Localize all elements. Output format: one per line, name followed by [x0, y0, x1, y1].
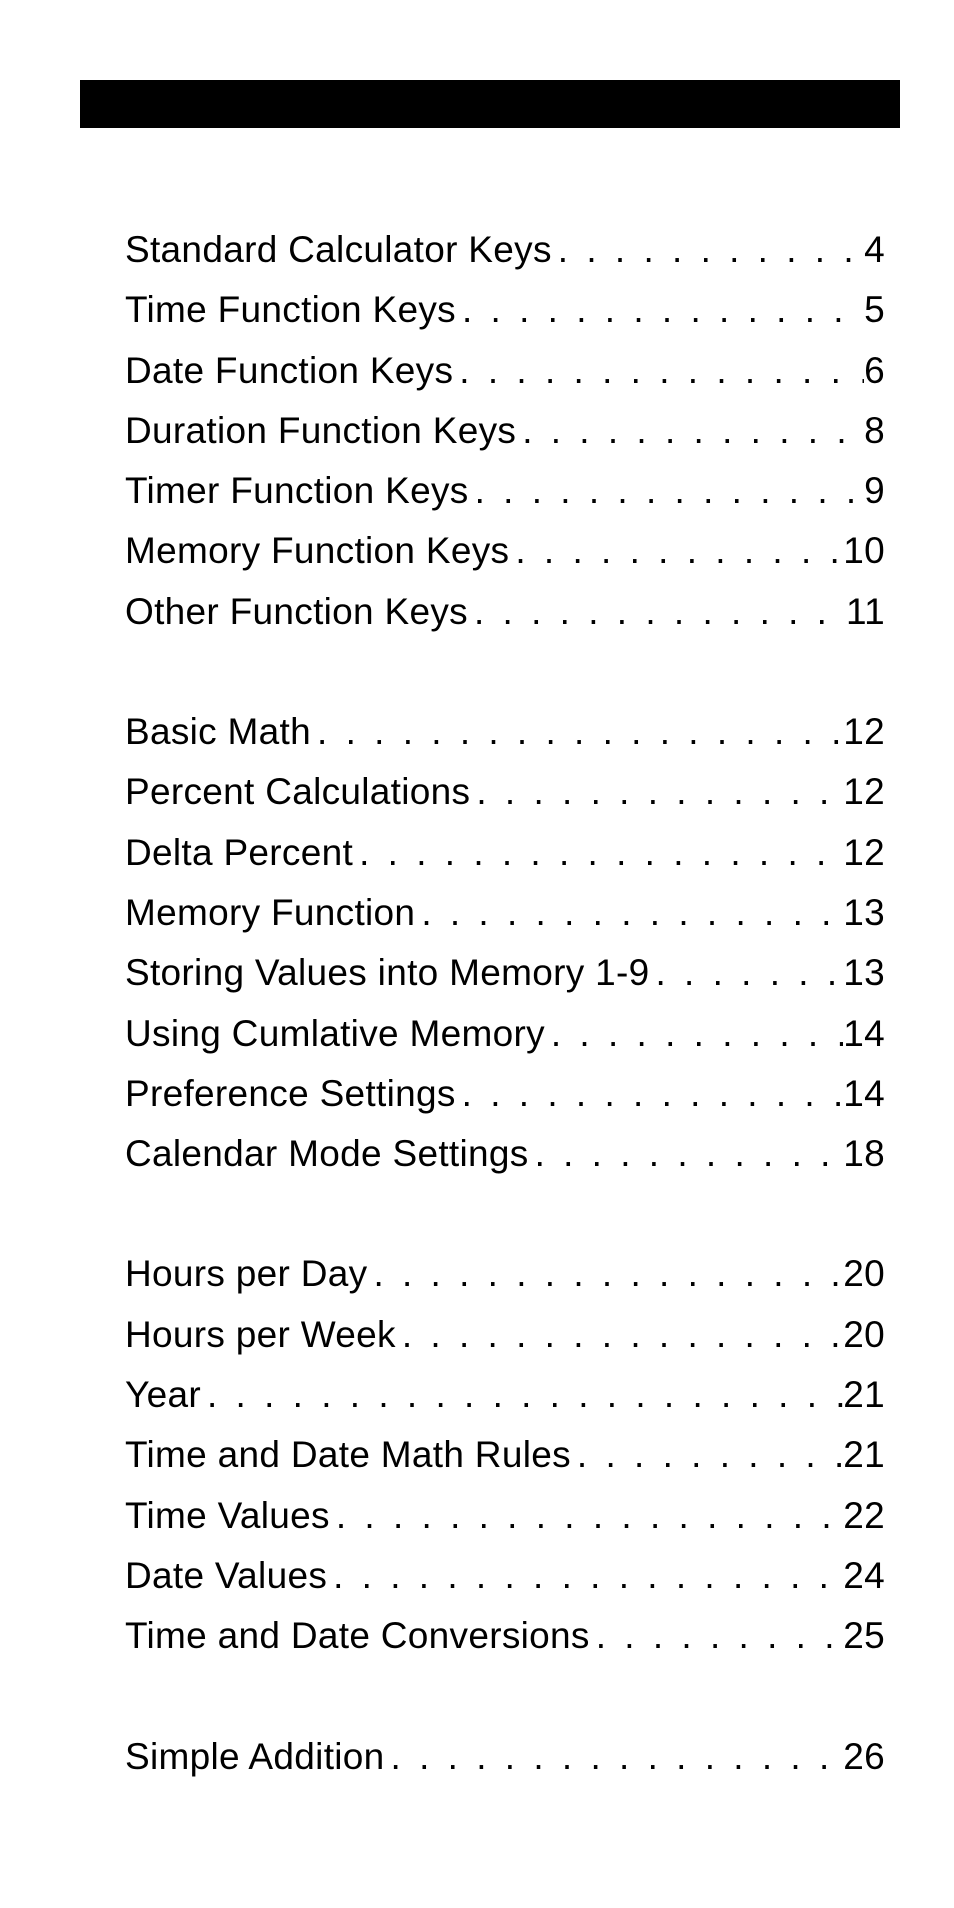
toc-entry-title: Standard Calculator Keys [125, 220, 552, 280]
toc-entry-title: Time and Date Math Rules [125, 1425, 571, 1485]
section-gap [125, 1184, 885, 1244]
toc-leader-dots: . . . . . . . . . . . . . . . . . . . . … [509, 521, 843, 581]
toc-entry-title: Date Function Keys [125, 341, 453, 401]
toc-entry-title: Simple Addition [125, 1727, 385, 1787]
toc-leader-dots: . . . . . . . . . . . . . . . . . . . . … [469, 461, 865, 521]
toc-leader-dots: . . . . . . . . . . . . . . . . . . . . … [385, 1727, 844, 1787]
toc-entry-page: 26 [843, 1727, 885, 1787]
section-gap [125, 1667, 885, 1727]
toc-entry-title: Basic Math [125, 702, 311, 762]
toc-entry-title: Time Values [125, 1486, 330, 1546]
table-of-contents: Standard Calculator Keys . . . . . . . .… [125, 220, 885, 1787]
toc-entry-title: Using Cumlative Memory [125, 1004, 545, 1064]
toc-entry-page: 14 [843, 1064, 885, 1124]
toc-entry: Date Function Keys . . . . . . . . . . .… [125, 341, 885, 401]
toc-entry: Memory Function . . . . . . . . . . . . … [125, 883, 885, 943]
toc-entry: Standard Calculator Keys . . . . . . . .… [125, 220, 885, 280]
toc-entry: Duration Function Keys . . . . . . . . .… [125, 401, 885, 461]
toc-leader-dots: . . . . . . . . . . . . . . . . . . . . … [330, 1486, 843, 1546]
toc-entry-page: 12 [843, 702, 885, 762]
toc-entry: Using Cumlative Memory . . . . . . . . .… [125, 1004, 885, 1064]
toc-entry-page: 18 [843, 1124, 885, 1184]
toc-leader-dots: . . . . . . . . . . . . . . . . . . . . … [353, 823, 843, 883]
toc-entry-page: 11 [846, 582, 885, 642]
toc-entry-title: Memory Function [125, 883, 415, 943]
toc-leader-dots: . . . . . . . . . . . . . . . . . . . . … [327, 1546, 843, 1606]
toc-entry-title: Percent Calculations [125, 762, 470, 822]
toc-entry: Storing Values into Memory 1-9 . . . . .… [125, 943, 885, 1003]
toc-leader-dots: . . . . . . . . . . . . . . . . . . . . … [516, 401, 864, 461]
toc-entry: Hours per Week . . . . . . . . . . . . .… [125, 1305, 885, 1365]
toc-leader-dots: . . . . . . . . . . . . . . . . . . . . … [590, 1606, 844, 1666]
toc-leader-dots: . . . . . . . . . . . . . . . . . . . . … [545, 1004, 843, 1064]
toc-entry: Hours per Day . . . . . . . . . . . . . … [125, 1244, 885, 1304]
toc-entry-page: 6 [864, 341, 885, 401]
toc-leader-dots: . . . . . . . . . . . . . . . . . . . . … [415, 883, 843, 943]
toc-entry-title: Hours per Week [125, 1305, 396, 1365]
toc-entry: Timer Function Keys . . . . . . . . . . … [125, 461, 885, 521]
toc-entry-page: 13 [843, 883, 885, 943]
toc-entry: Preference Settings . . . . . . . . . . … [125, 1064, 885, 1124]
toc-entry-page: 12 [843, 823, 885, 883]
toc-entry-title: Timer Function Keys [125, 461, 469, 521]
toc-leader-dots: . . . . . . . . . . . . . . . . . . . . … [468, 582, 846, 642]
toc-leader-dots: . . . . . . . . . . . . . . . . . . . . … [650, 943, 844, 1003]
toc-leader-dots: . . . . . . . . . . . . . . . . . . . . … [201, 1365, 843, 1425]
toc-entry-title: Other Function Keys [125, 582, 468, 642]
toc-entry-page: 20 [843, 1244, 885, 1304]
toc-entry: Time Function Keys . . . . . . . . . . .… [125, 280, 885, 340]
toc-entry-page: 8 [864, 401, 885, 461]
toc-entry-title: Duration Function Keys [125, 401, 516, 461]
toc-entry-page: 12 [843, 762, 885, 822]
toc-entry-page: 14 [843, 1004, 885, 1064]
toc-entry: Memory Function Keys . . . . . . . . . .… [125, 521, 885, 581]
toc-entry: Time and Date Conversions . . . . . . . … [125, 1606, 885, 1666]
toc-leader-dots: . . . . . . . . . . . . . . . . . . . . … [529, 1124, 844, 1184]
toc-entry-title: Storing Values into Memory 1-9 [125, 943, 650, 1003]
toc-entry-title: Time and Date Conversions [125, 1606, 590, 1666]
toc-entry-title: Hours per Day [125, 1244, 367, 1304]
header-bar [80, 80, 900, 128]
toc-leader-dots: . . . . . . . . . . . . . . . . . . . . … [396, 1305, 843, 1365]
toc-entry-title: Date Values [125, 1546, 327, 1606]
toc-entry-title: Delta Percent [125, 823, 353, 883]
toc-leader-dots: . . . . . . . . . . . . . . . . . . . . … [367, 1244, 843, 1304]
toc-entry-title: Year [125, 1365, 201, 1425]
toc-entry: Year . . . . . . . . . . . . . . . . . .… [125, 1365, 885, 1425]
toc-entry-page: 13 [843, 943, 885, 1003]
toc-entry-page: 25 [843, 1606, 885, 1666]
toc-entry: Percent Calculations . . . . . . . . . .… [125, 762, 885, 822]
toc-entry-page: 20 [843, 1305, 885, 1365]
toc-entry-page: 10 [843, 521, 885, 581]
toc-entry-page: 4 [864, 220, 885, 280]
toc-entry-title: Preference Settings [125, 1064, 456, 1124]
toc-leader-dots: . . . . . . . . . . . . . . . . . . . . … [456, 1064, 844, 1124]
toc-leader-dots: . . . . . . . . . . . . . . . . . . . . … [453, 341, 864, 401]
toc-entry-title: Calendar Mode Settings [125, 1124, 529, 1184]
toc-entry-title: Memory Function Keys [125, 521, 509, 581]
toc-entry-title: Time Function Keys [125, 280, 456, 340]
toc-entry-page: 5 [864, 280, 885, 340]
toc-leader-dots: . . . . . . . . . . . . . . . . . . . . … [470, 762, 843, 822]
document-page: Standard Calculator Keys . . . . . . . .… [0, 0, 954, 1908]
toc-leader-dots: . . . . . . . . . . . . . . . . . . . . … [456, 280, 864, 340]
toc-entry: Time Values . . . . . . . . . . . . . . … [125, 1486, 885, 1546]
toc-entry: Simple Addition . . . . . . . . . . . . … [125, 1727, 885, 1787]
toc-entry-page: 21 [843, 1365, 885, 1425]
toc-entry: Other Function Keys . . . . . . . . . . … [125, 582, 885, 642]
toc-entry: Date Values . . . . . . . . . . . . . . … [125, 1546, 885, 1606]
toc-leader-dots: . . . . . . . . . . . . . . . . . . . . … [552, 220, 864, 280]
toc-leader-dots: . . . . . . . . . . . . . . . . . . . . … [311, 702, 843, 762]
toc-entry-page: 22 [843, 1486, 885, 1546]
toc-entry: Calendar Mode Settings . . . . . . . . .… [125, 1124, 885, 1184]
toc-leader-dots: . . . . . . . . . . . . . . . . . . . . … [571, 1425, 843, 1485]
toc-entry-page: 9 [864, 461, 885, 521]
toc-entry-page: 24 [843, 1546, 885, 1606]
section-gap [125, 642, 885, 702]
toc-entry-page: 21 [843, 1425, 885, 1485]
toc-entry: Delta Percent . . . . . . . . . . . . . … [125, 823, 885, 883]
toc-entry: Time and Date Math Rules . . . . . . . .… [125, 1425, 885, 1485]
toc-entry: Basic Math . . . . . . . . . . . . . . .… [125, 702, 885, 762]
